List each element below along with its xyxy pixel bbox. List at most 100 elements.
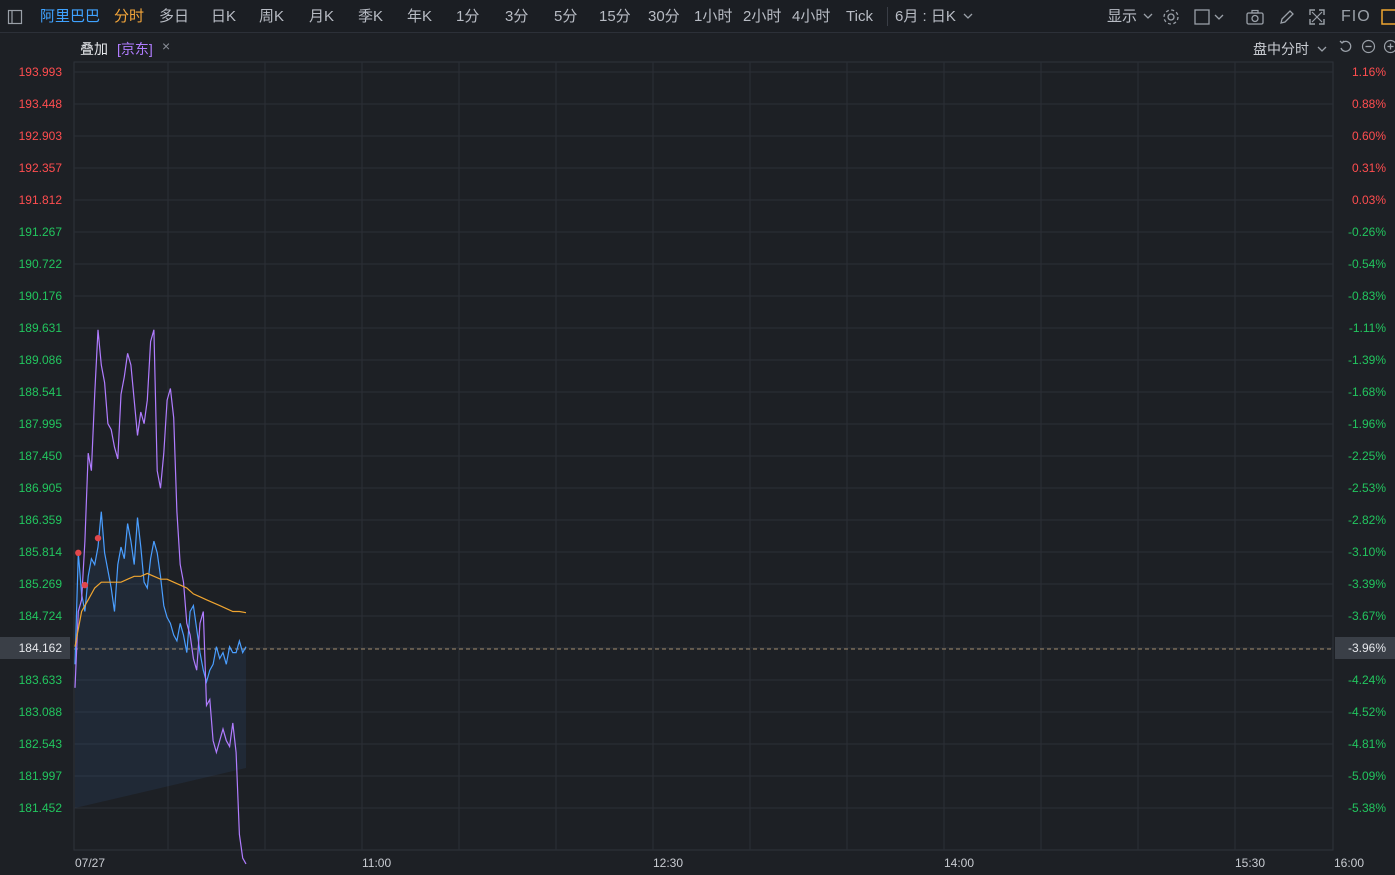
overlay-series-line [74,329,247,865]
x-tick-label: 07/27 [75,856,105,870]
price-chart[interactable]: 193.993 1.16% 193.448 0.88% 192.903 0.60% 192.… [0,0,1395,875]
pct-tick-label: -2.53% [1348,481,1386,495]
pct-tick-label: -4.81% [1348,737,1386,751]
tab-period-7[interactable]: 1分 [456,0,479,33]
x-tick-label: 15:30 [1235,856,1265,870]
date-selector-label: 6月 : 日K [895,8,956,25]
fullscreen-icon[interactable] [1306,0,1328,33]
pencil-icon[interactable] [1276,0,1298,33]
tab-period-0[interactable]: 分时 [114,0,144,33]
fio-button[interactable]: FIO [1341,0,1371,33]
trade-marker [75,549,82,557]
y-tick-label: 181.452 [19,801,63,815]
y-tick-label: 184.724 [19,609,63,623]
tab-period-15[interactable]: Tick [846,0,873,33]
pct-tick-label: -2.25% [1348,449,1386,463]
main-series-line [74,511,247,685]
chevron-down-icon [1317,46,1327,52]
y-tick-label: 183.088 [19,705,63,719]
tab-period-2[interactable]: 日K [211,0,236,33]
y-tick-label: 188.541 [19,385,63,399]
pct-tick-label: -3.39% [1348,577,1386,591]
tab-period-11[interactable]: 30分 [648,0,680,33]
tab-period-4[interactable]: 月K [309,0,334,33]
y-tick-label: 183.633 [19,673,63,687]
display-menu[interactable]: 显示 [1107,0,1153,33]
y-tick-label: 192.903 [19,129,63,143]
x-tick-label: 16:00 [1334,856,1364,870]
y-tick-label: 193.993 [19,65,63,79]
y-tick-label: 187.995 [19,417,63,431]
pct-tick-label: 1.16% [1352,65,1386,79]
tab-period-5[interactable]: 季K [358,0,383,33]
y-tick-label: 189.631 [19,321,63,335]
zoom-in-icon[interactable] [1383,39,1395,54]
pct-tick-label: -3.67% [1348,609,1386,623]
trade-marker [81,581,89,589]
tab-period-6[interactable]: 年K [407,0,432,33]
tab-period-8[interactable]: 3分 [505,0,528,33]
average-price-line [74,572,247,647]
pct-tick-label: -4.24% [1348,673,1386,687]
y-tick-label: 189.086 [19,353,63,367]
tab-period-13[interactable]: 2小时 [743,0,781,33]
plot-frame [73,61,1334,851]
reset-icon[interactable] [1338,39,1353,54]
display-label: 显示 [1107,8,1138,25]
overlay-close-icon[interactable]: × [162,38,170,54]
y-tick-label: 191.267 [19,225,63,239]
tab-period-9[interactable]: 5分 [554,0,577,33]
date-selector[interactable]: 6月 : 日K [895,0,973,33]
pct-tick-label: 0.03% [1352,193,1386,207]
overlay-bar: 叠加 [京东] × 盘中分时 [0,33,1395,61]
chevron-down-icon [1143,13,1153,19]
chart-mode-label: 盘中分时 [1253,41,1309,57]
pct-tick-label: -2.82% [1348,513,1386,527]
y-tick-label: 185.269 [19,577,63,591]
pct-tick-label: -3.10% [1348,545,1386,559]
y-tick-label: 182.543 [19,737,63,751]
settings-gear-icon[interactable] [1160,0,1182,33]
y-tick-label: 187.450 [19,449,63,463]
y-tick-label: 185.814 [19,545,63,559]
pct-tick-label: 0.60% [1352,129,1386,143]
y-tick-label: 181.997 [19,769,63,783]
y-tick-label: 186.359 [19,513,63,527]
pct-tick-label: -1.68% [1348,385,1386,399]
y-tick-label: 186.905 [19,481,63,495]
pct-tick-label: 0.31% [1352,161,1386,175]
pct-tick-label: -0.54% [1348,257,1386,271]
layout-square-icon[interactable] [1192,0,1228,33]
toolbar: 阿里巴巴 分时 多日 日K 周K 月K 季K 年K 1分 3分 5分 15分 30分 1小时 2小时 4小时… [0,0,1395,33]
chart-mode-selector[interactable]: 盘中分时 [1253,39,1327,59]
y-tick-label: 190.176 [19,289,63,303]
pct-tick-label: -1.11% [1349,321,1386,335]
main-series-area [75,511,246,808]
chevron-down-icon [963,13,973,19]
tab-period-1[interactable]: 多日 [159,0,189,33]
tab-period-14[interactable]: 4小时 [792,0,830,33]
pct-tick-label: -1.96% [1348,417,1386,431]
pct-tick-label: -0.83% [1348,289,1386,303]
sidebar-toggle-icon[interactable] [4,0,26,33]
x-tick-label: 12:30 [653,856,683,870]
price-tag-bg [0,637,70,659]
pct-tick-label: -5.09% [1348,769,1386,783]
pct-tick-label: -1.39% [1348,353,1386,367]
pct-tick-label: -4.52% [1348,705,1386,719]
panel-toggle-icon[interactable] [1380,0,1395,33]
zoom-out-icon[interactable] [1361,39,1376,54]
pct-tick-label: -3.96% [1348,641,1386,655]
tab-period-10[interactable]: 15分 [599,0,631,33]
pct-tag-bg [1335,637,1395,659]
overlay-symbol[interactable]: [京东] [117,39,153,59]
trade-marker [94,534,102,542]
camera-icon[interactable] [1244,0,1266,33]
tab-period-3[interactable]: 周K [259,0,284,33]
toolbar-separator [887,7,888,26]
y-tick-label: 190.722 [19,257,63,271]
y-tick-label: 184.162 [19,641,63,655]
tab-period-12[interactable]: 1小时 [694,0,732,33]
pct-tick-label: -5.38% [1348,801,1386,815]
symbol-label[interactable]: 阿里巴巴 [40,0,100,33]
